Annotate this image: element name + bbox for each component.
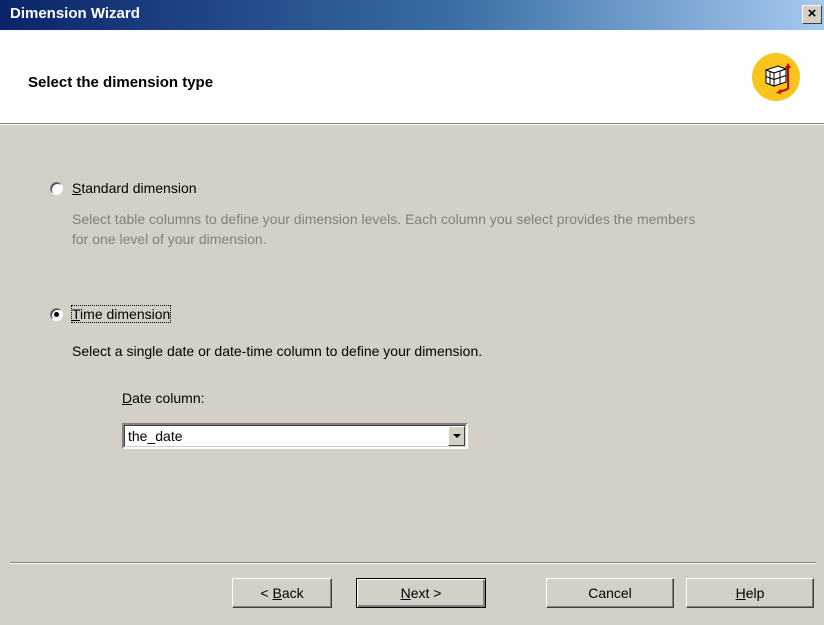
wizard-content: Standard dimension Select table columns … [0, 125, 824, 562]
date-column-label: Date column: [122, 390, 205, 406]
title-bar: Dimension Wizard × [0, 0, 824, 30]
next-button[interactable]: Next > [356, 578, 486, 608]
back-button-text: ack [281, 585, 304, 601]
wizard-header: Select the dimension type [0, 30, 824, 124]
back-button[interactable]: < Back [232, 578, 332, 608]
standard-dimension-mnemonic: S [72, 180, 82, 196]
date-column-value: the_date [128, 428, 183, 444]
dropdown-arrow-icon[interactable] [448, 426, 465, 446]
standard-dimension-label[interactable]: Standard dimension [72, 180, 197, 196]
date-column-label-text: ate column: [132, 390, 205, 406]
page-title: Select the dimension type [28, 74, 214, 91]
time-dimension-label-text: ime dimension [80, 306, 171, 322]
date-column-mnemonic: D [122, 390, 133, 406]
back-button-mnemonic: B [272, 585, 282, 601]
time-dimension-description: Select a single date or date-time column… [72, 343, 483, 359]
standard-description-line1: Select table columns to define your dime… [72, 211, 696, 227]
standard-dimension-description: Select table columns to define your dime… [72, 209, 695, 249]
help-button[interactable]: Help [686, 578, 814, 608]
time-dimension-radio[interactable] [50, 308, 63, 321]
cancel-button[interactable]: Cancel [546, 578, 674, 608]
standard-dimension-label-text: tandard dimension [81, 180, 197, 196]
standard-description-line2: for one level of your dimension. [72, 231, 267, 247]
standard-dimension-radio[interactable] [50, 182, 63, 195]
back-button-prefix: < [260, 585, 273, 601]
time-dimension-label[interactable]: Time dimension [70, 305, 172, 323]
help-button-text: elp [745, 585, 765, 601]
dimension-cube-icon [752, 53, 800, 101]
time-dimension-mnemonic: T [72, 306, 81, 322]
cancel-button-label: Cancel [588, 585, 632, 601]
date-column-select[interactable]: the_date [122, 423, 468, 449]
next-button-mnemonic: N [400, 585, 411, 601]
help-button-mnemonic: H [735, 585, 746, 601]
next-button-text: ext > [410, 585, 442, 601]
date-column-field: the_date [124, 425, 466, 447]
close-button[interactable]: × [802, 5, 822, 24]
window-title: Dimension Wizard [10, 5, 140, 22]
footer-divider-highlight [10, 563, 816, 564]
close-icon: × [807, 5, 817, 22]
